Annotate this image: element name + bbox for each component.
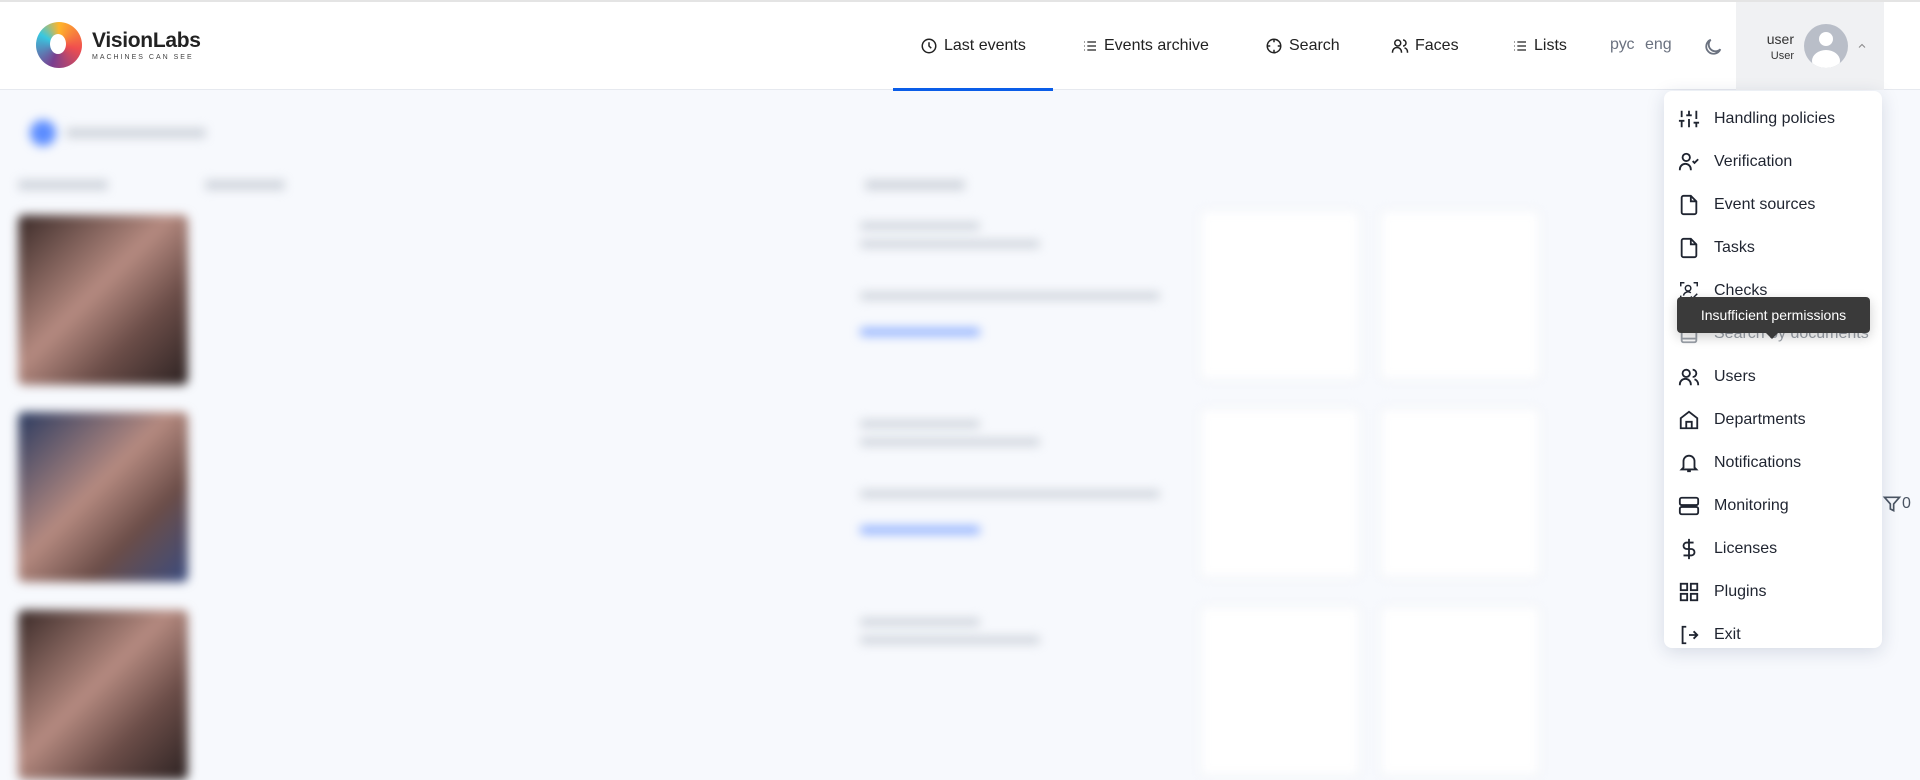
menu-label: Exit: [1714, 625, 1741, 643]
menu-item-departments[interactable]: Departments: [1664, 398, 1882, 441]
menu-item-plugins[interactable]: Plugins: [1664, 570, 1882, 613]
avatar: [1804, 24, 1848, 68]
bell-icon: [1679, 454, 1699, 472]
dollar-icon: [1682, 538, 1696, 559]
menu-item-monitoring[interactable]: Monitoring: [1664, 484, 1882, 527]
user-check-icon: [1678, 152, 1699, 170]
users-icon: [1678, 368, 1700, 385]
menu-item-verification[interactable]: Verification: [1664, 140, 1882, 183]
menu-item-tasks[interactable]: Tasks: [1664, 226, 1882, 269]
file-icon: [1680, 237, 1698, 258]
menu-label: Tasks: [1714, 238, 1755, 256]
menu-item-notifications[interactable]: Notifications: [1664, 441, 1882, 484]
menu-label: Licenses: [1714, 539, 1778, 557]
menu-label: Plugins: [1714, 582, 1767, 600]
moon-icon[interactable]: [1702, 36, 1724, 58]
nav-last-events[interactable]: Last events: [920, 2, 1026, 90]
home-icon: [1679, 410, 1699, 429]
nav-label: Search: [1289, 37, 1340, 54]
menu-label: Event sources: [1714, 195, 1816, 213]
menu-label: Verification: [1714, 152, 1793, 170]
nav-search[interactable]: Search: [1265, 2, 1340, 90]
user-role: User: [1770, 49, 1794, 62]
nav-label: Faces: [1415, 37, 1459, 54]
sliders-icon: [1678, 110, 1700, 127]
crosshair-icon: [1266, 38, 1282, 54]
menu-label: Departments: [1714, 410, 1806, 428]
menu-label: Notifications: [1714, 453, 1802, 471]
menu-item-exit[interactable]: Exit: [1664, 613, 1882, 656]
active-tab-indicator: [893, 88, 1053, 91]
nav-lists[interactable]: Lists: [1512, 2, 1567, 90]
nav-label: Last events: [944, 37, 1026, 54]
nav-faces[interactable]: Faces: [1391, 2, 1459, 90]
lang-ru[interactable]: рус: [1610, 36, 1635, 54]
user-login: user: [1766, 30, 1794, 47]
user-dropdown-menu: Handling policies Verification Event sou…: [1664, 91, 1882, 648]
logo-mark-icon: [36, 22, 82, 68]
grid-icon: [1679, 582, 1699, 601]
menu-label: Handling policies: [1714, 109, 1835, 127]
chevron-up-icon: [1858, 43, 1866, 48]
clock-icon: [921, 38, 937, 54]
filter-count: 0: [1902, 495, 1911, 512]
nav-label: Lists: [1534, 37, 1567, 54]
server-icon: [1678, 496, 1700, 515]
user-menu-toggle[interactable]: user User: [1736, 2, 1884, 90]
logout-icon: [1681, 625, 1699, 644]
users-icon: [1391, 39, 1409, 53]
permissions-tooltip: Insufficient permissions: [1677, 297, 1870, 339]
filter-icon: [1882, 496, 1902, 513]
menu-item-event-sources[interactable]: Event sources: [1664, 183, 1882, 226]
brand-tagline: MACHINES CAN SEE: [92, 54, 194, 61]
brand-name: VisionLabs: [92, 29, 201, 52]
list-icon: [1084, 41, 1096, 51]
nav-events-archive[interactable]: Events archive: [1082, 2, 1209, 90]
top-header: VisionLabs MACHINES CAN SEE Last events …: [0, 2, 1920, 91]
menu-item-licenses[interactable]: Licenses: [1664, 527, 1882, 570]
menu-item-users[interactable]: Users: [1664, 355, 1882, 398]
filter-button[interactable]: 0: [1882, 494, 1911, 514]
lang-en[interactable]: eng: [1645, 36, 1672, 54]
file-icon: [1680, 194, 1698, 215]
events-list-blurred: [0, 92, 1920, 780]
menu-label: Monitoring: [1714, 496, 1789, 514]
list-icon: [1514, 41, 1526, 51]
menu-label: Users: [1714, 367, 1756, 385]
nav-label: Events archive: [1104, 37, 1209, 54]
menu-item-handling-policies[interactable]: Handling policies: [1664, 97, 1882, 140]
visionlabs-logo[interactable]: VisionLabs MACHINES CAN SEE: [36, 22, 201, 68]
